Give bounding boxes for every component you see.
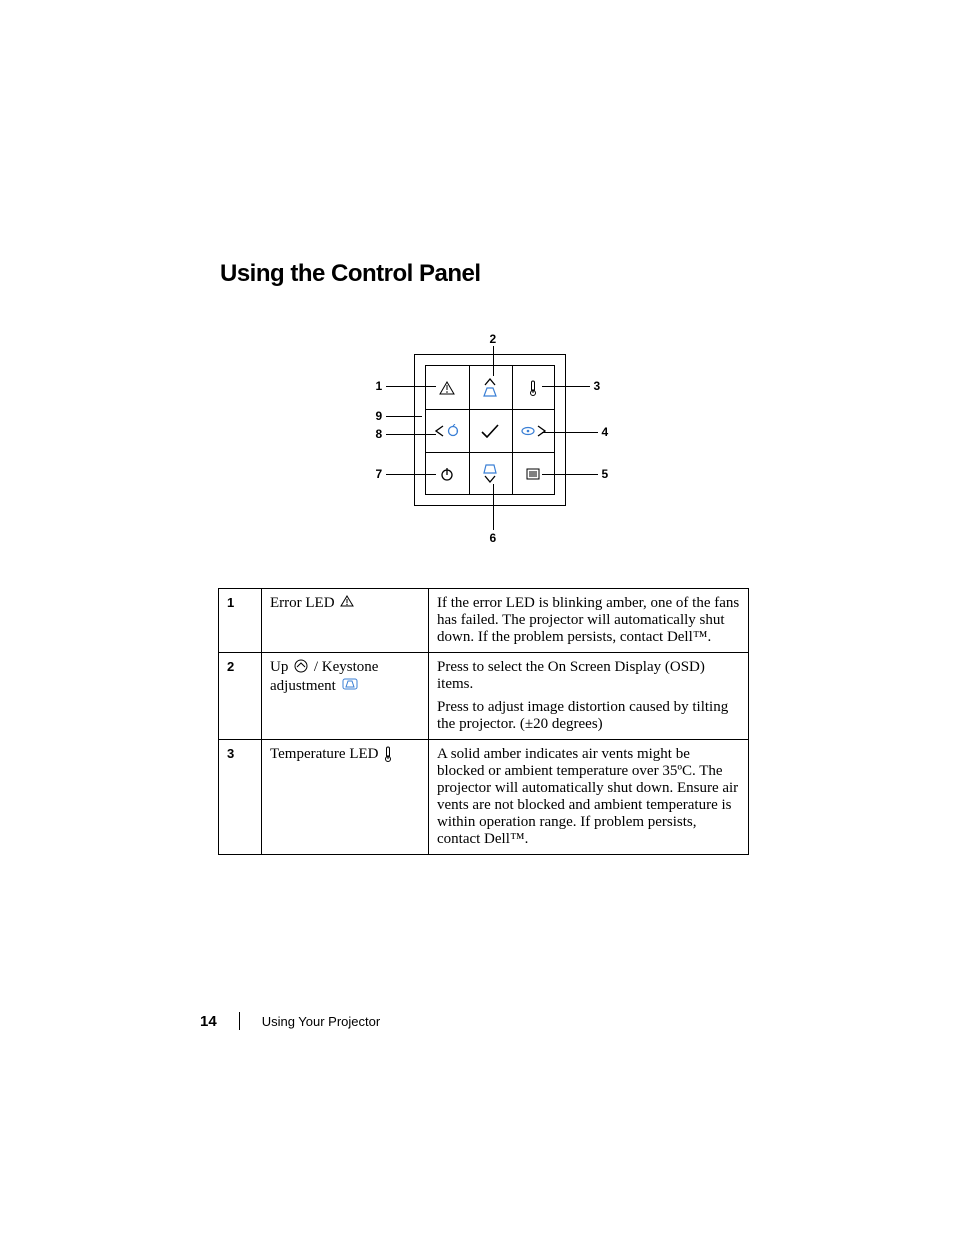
callout-6: 6 — [490, 532, 497, 544]
control-panel-table: 1 Error LED If the error LED is blinking… — [218, 588, 749, 855]
row-name: Up / Keystone adjustment — [262, 653, 429, 740]
up-arrow-circle-icon — [294, 659, 308, 678]
row-desc-text: If the error LED is blinking amber, one … — [437, 595, 740, 646]
control-panel-diagram: 1 2 3 4 5 6 7 8 9 — [314, 328, 654, 548]
row-name-text: Up — [270, 659, 292, 675]
leader-line — [542, 386, 590, 387]
leader-line — [542, 474, 598, 475]
leader-line — [386, 386, 436, 387]
leader-line — [386, 416, 422, 417]
temperature-led-icon — [512, 366, 555, 409]
leader-line — [493, 346, 494, 376]
row-desc: If the error LED is blinking amber, one … — [429, 589, 749, 653]
table-row: 3 Temperature LED A solid amber indicate… — [219, 740, 749, 855]
leader-line — [493, 484, 494, 530]
section-heading: Using the Control Panel — [220, 260, 749, 288]
callout-1: 1 — [376, 380, 383, 392]
row-num: 1 — [219, 589, 262, 653]
row-desc-text: Press to select the On Screen Display (O… — [437, 659, 740, 693]
page-number: 14 — [200, 1013, 217, 1030]
left-resync-button — [426, 409, 469, 452]
panel-outer — [414, 354, 566, 506]
callout-5: 5 — [602, 468, 609, 480]
row-num: 2 — [219, 653, 262, 740]
callout-3: 3 — [594, 380, 601, 392]
enter-button — [469, 409, 512, 452]
error-led-icon — [426, 366, 469, 409]
warning-triangle-icon — [340, 595, 354, 612]
callout-9: 9 — [376, 410, 383, 422]
row-desc: Press to select the On Screen Display (O… — [429, 653, 749, 740]
row-desc: A solid amber indicates air vents might … — [429, 740, 749, 855]
thermometer-icon — [384, 746, 392, 767]
leader-line — [542, 432, 598, 433]
page-footer: 14 Using Your Projector — [200, 1012, 380, 1030]
callout-2: 2 — [490, 333, 497, 345]
row-desc-text: Press to adjust image distortion caused … — [437, 699, 740, 733]
footer-separator — [239, 1012, 240, 1030]
section-name: Using Your Projector — [262, 1014, 381, 1029]
row-name: Error LED — [262, 589, 429, 653]
row-name-text: Temperature LED — [270, 746, 382, 762]
leader-line — [386, 474, 436, 475]
up-keystone-button — [469, 366, 512, 409]
right-autoadjust-button — [512, 409, 555, 452]
keystone-narrow-top-icon — [342, 678, 358, 695]
row-name-text: Error LED — [270, 595, 338, 611]
panel-inner — [425, 365, 555, 495]
row-desc-text: A solid amber indicates air vents might … — [437, 746, 740, 848]
row-num: 3 — [219, 740, 262, 855]
row-name: Temperature LED — [262, 740, 429, 855]
callout-4: 4 — [602, 426, 609, 438]
callout-8: 8 — [376, 428, 383, 440]
callout-7: 7 — [376, 468, 383, 480]
leader-line — [386, 434, 436, 435]
table-row: 1 Error LED If the error LED is blinking… — [219, 589, 749, 653]
down-keystone-button — [469, 452, 512, 495]
table-row: 2 Up / Keystone adjustment Press to sele… — [219, 653, 749, 740]
